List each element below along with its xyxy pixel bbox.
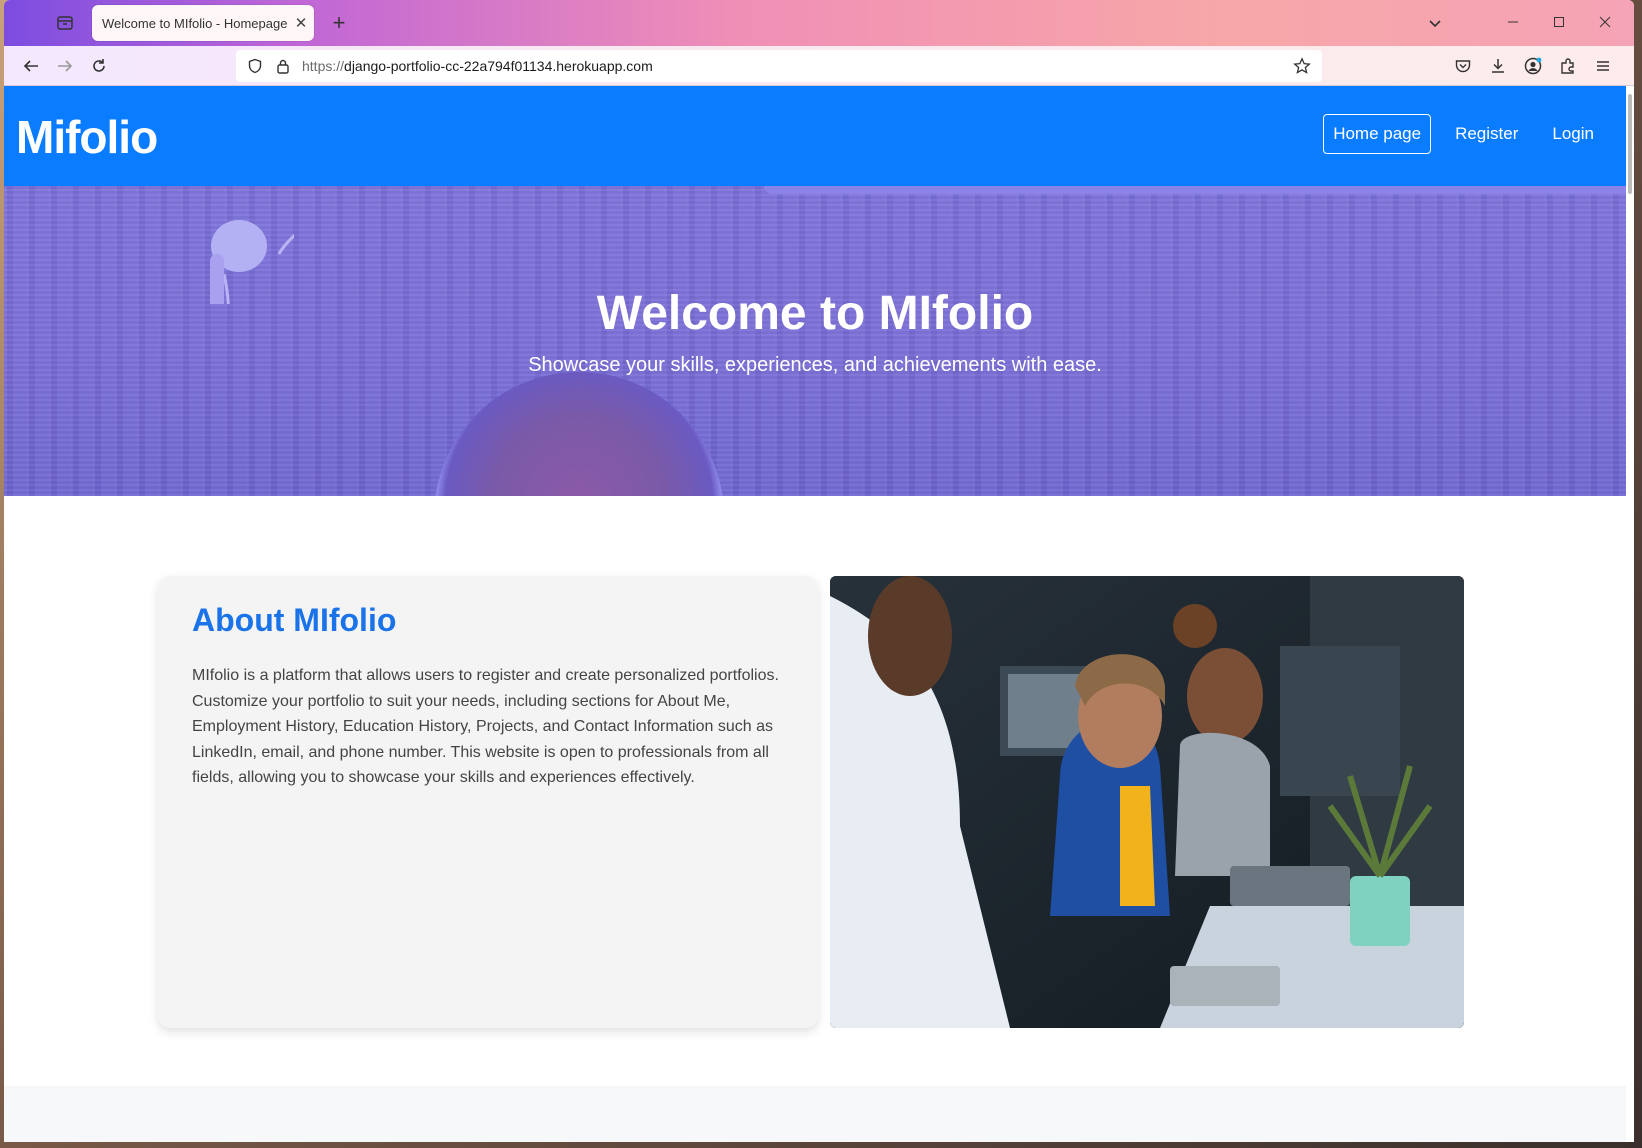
nav-login-link[interactable]: Login: [1542, 114, 1604, 154]
lock-icon[interactable]: [272, 58, 294, 74]
pocket-icon[interactable]: [1445, 52, 1480, 80]
brand-logo[interactable]: Mifolio: [16, 110, 158, 164]
site-navbar: Mifolio Home page Register Login: [4, 86, 1626, 186]
hero-top-band: [764, 186, 1626, 194]
bookmark-star-icon[interactable]: [1292, 56, 1312, 76]
window-controls: [1490, 6, 1628, 38]
office-team-photo: [830, 576, 1464, 1028]
download-icon[interactable]: [1480, 52, 1515, 80]
active-tab[interactable]: Welcome to MIfolio - Homepage ✕: [92, 5, 314, 41]
forward-arrow-icon[interactable]: [50, 52, 80, 80]
nav-toolbar: https://django-portfolio-cc-22a794f01134…: [4, 46, 1634, 86]
about-title: About MIfolio: [192, 602, 397, 638]
url-host: django-portfolio-cc-22a794f01134.herokua…: [344, 58, 653, 74]
url-protocol: https://: [302, 58, 345, 74]
about-section: About MIfolio MIfolio is a platform that…: [4, 496, 1626, 1058]
tab-title: Welcome to MIfolio - Homepage: [102, 15, 288, 31]
hero-subtitle: Showcase your skills, experiences, and a…: [528, 354, 1102, 376]
nav-register-link[interactable]: Register: [1445, 114, 1528, 154]
footer-strip: [4, 1086, 1626, 1142]
page-viewport: Mifolio Home page Register Login Welcome…: [4, 86, 1626, 1142]
browser-window: Welcome to MIfolio - Homepage ✕ + https:…: [4, 0, 1634, 1142]
about-card: About MIfolio MIfolio is a platform that…: [158, 576, 818, 1028]
tab-strip: Welcome to MIfolio - Homepage ✕ +: [4, 0, 1634, 46]
menu-icon[interactable]: [1585, 52, 1620, 80]
hero-title: Welcome to MIfolio: [596, 287, 1034, 340]
site-nav-links: Home page Register Login: [1309, 114, 1604, 154]
chevron-down-icon[interactable]: [1422, 10, 1448, 36]
tab-list-icon[interactable]: [54, 12, 76, 34]
page-scrollbar[interactable]: [1626, 86, 1634, 1142]
about-text: MIfolio is a platform that allows users …: [192, 667, 779, 786]
scrollbar-thumb[interactable]: [1628, 94, 1632, 194]
new-tab-icon[interactable]: +: [326, 10, 352, 36]
minimize-icon[interactable]: [1490, 6, 1536, 38]
account-icon[interactable]: [1515, 52, 1550, 80]
close-tab-icon[interactable]: ✕: [288, 10, 314, 36]
shield-icon[interactable]: [244, 58, 266, 74]
reload-icon[interactable]: [84, 52, 114, 80]
close-window-icon[interactable]: [1582, 6, 1628, 38]
address-bar[interactable]: https://django-portfolio-cc-22a794f01134…: [236, 50, 1322, 82]
maximize-icon[interactable]: [1536, 6, 1582, 38]
office-photo-illustration: [830, 576, 1464, 1028]
extensions-icon[interactable]: [1550, 52, 1585, 80]
hero-banner: Welcome to MIfolio Showcase your skills,…: [4, 186, 1626, 496]
nav-home-link[interactable]: Home page: [1323, 114, 1432, 154]
back-arrow-icon[interactable]: [16, 52, 46, 80]
url-text: https://django-portfolio-cc-22a794f01134…: [302, 58, 653, 74]
toolbar-actions: [1445, 52, 1620, 80]
